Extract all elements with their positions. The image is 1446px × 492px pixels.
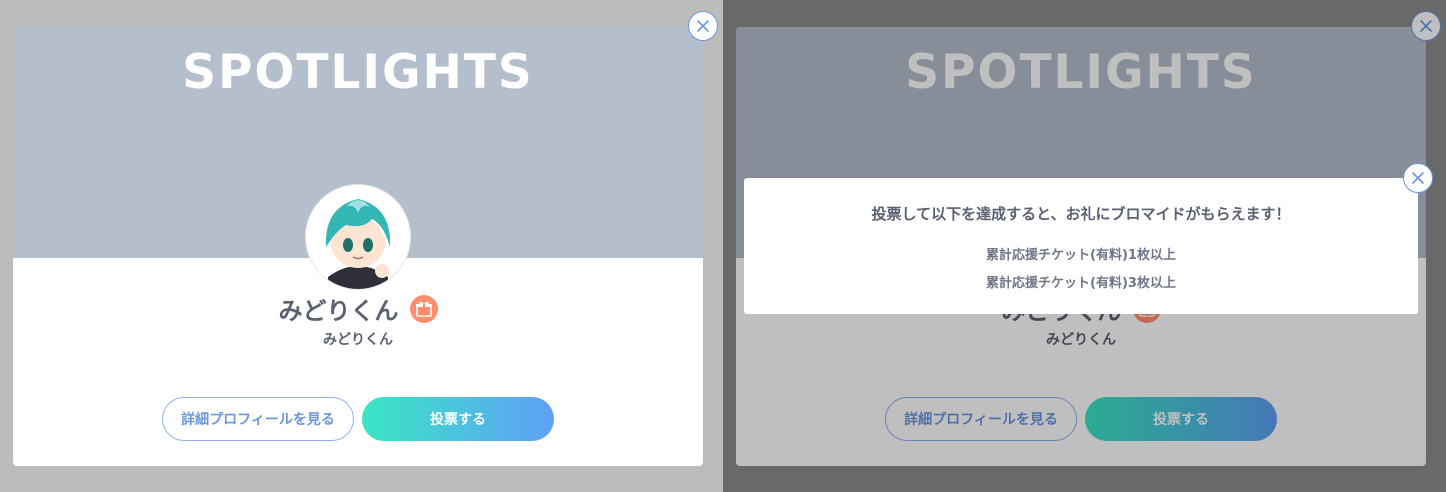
- view-profile-button[interactable]: 詳細プロフィールを見る: [162, 397, 354, 441]
- left-modal-view: SPOTLIGHTS みどりくん みどりくん 詳細プロフィールを見る 投票する: [0, 0, 723, 492]
- reward-popup: 投票して以下を達成すると、お礼にブロマイドがもらえます！ 累計応援チケット(有料…: [744, 178, 1418, 314]
- close-modal-button[interactable]: [688, 11, 718, 41]
- close-popup-button[interactable]: [1403, 163, 1433, 193]
- user-name-row: みどりくん: [13, 291, 703, 326]
- reward-condition: 累計応援チケット(有料)3枚以上: [986, 276, 1176, 291]
- banner-title: SPOTLIGHTS: [182, 45, 534, 100]
- profile-card: SPOTLIGHTS みどりくん みどりくん 詳細プロフィールを見る 投票する: [13, 27, 703, 466]
- user-sub-name: みどりくん: [323, 332, 393, 348]
- reward-condition: 累計応援チケット(有料)1枚以上: [986, 248, 1176, 263]
- user-name: みどりくん: [278, 297, 399, 325]
- reward-popup-title: 投票して以下を達成すると、お礼にブロマイドがもらえます！: [871, 205, 1291, 223]
- gift-icon: [409, 294, 438, 323]
- close-icon: [1412, 172, 1424, 184]
- close-icon: [697, 20, 709, 32]
- vote-button[interactable]: 投票する: [362, 397, 554, 441]
- avatar: [306, 185, 410, 289]
- right-modal-view: SPOTLIGHTS みどりくん みどりくん 詳細プロフ: [723, 0, 1446, 492]
